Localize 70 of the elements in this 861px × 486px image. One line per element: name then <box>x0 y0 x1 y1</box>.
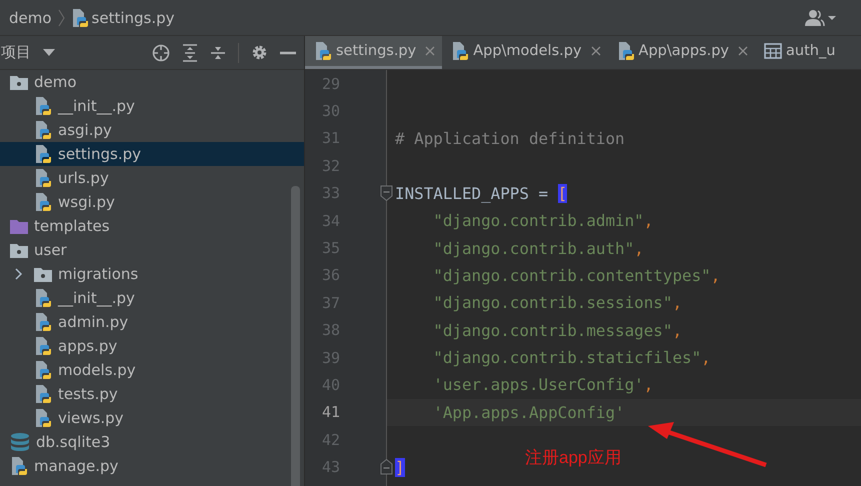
code-line: 'App.apps.AppConfig' <box>432 402 625 422</box>
tree-item[interactable]: tests.py <box>0 382 304 406</box>
close-icon[interactable] <box>590 46 601 56</box>
code-line: INSTALLED_APPS = [ <box>395 184 568 203</box>
tree-item[interactable]: migrations <box>0 262 304 286</box>
breadcrumb-item[interactable]: settings.py <box>70 8 175 28</box>
tree-item[interactable]: wsgi.py <box>0 190 304 214</box>
line-number: 41 <box>320 403 340 422</box>
python-file-icon <box>34 168 52 188</box>
code-line: # Application definition <box>395 128 625 148</box>
tree-item[interactable]: views.py <box>0 406 304 430</box>
python-file-icon <box>451 41 470 61</box>
tree-item[interactable]: db.sqlite3 <box>0 430 304 454</box>
code-line: "django.contrib.sessions", <box>432 293 682 312</box>
user-icon[interactable] <box>805 8 839 26</box>
annotation-text: 注册app应用 <box>525 447 622 469</box>
tree-item[interactable]: urls.py <box>0 166 304 190</box>
expand-icon[interactable] <box>182 44 198 62</box>
database-icon <box>10 432 30 452</box>
code-line: "django.contrib.messages", <box>432 320 682 340</box>
python-file-icon <box>34 288 52 308</box>
python-file-icon <box>34 408 52 428</box>
minimize-icon[interactable] <box>280 50 296 54</box>
editor-tab[interactable]: settings.py <box>305 36 442 69</box>
target-icon[interactable] <box>152 44 170 62</box>
tree-item[interactable]: templates <box>0 214 304 238</box>
folder-icon <box>34 266 52 282</box>
close-icon[interactable] <box>738 46 748 56</box>
tree-item[interactable]: __init__.py <box>0 286 304 310</box>
code-line: "django.contrib.admin", <box>432 211 654 230</box>
tree-item[interactable]: user <box>0 238 304 262</box>
python-file-icon <box>34 384 52 404</box>
code-line: "django.contrib.staticfiles", <box>432 348 711 368</box>
table-icon <box>764 43 782 59</box>
fold-icon[interactable] <box>380 185 393 202</box>
python-file-icon <box>34 192 52 212</box>
caret-icon[interactable] <box>43 48 55 56</box>
editor-tab[interactable]: App\apps.py <box>608 36 755 69</box>
tree-item[interactable]: manage.py <box>0 454 304 478</box>
tree-item[interactable]: __init__.py <box>0 94 304 118</box>
python-file-icon <box>34 144 52 164</box>
python-file-icon <box>34 312 52 332</box>
breadcrumb-item[interactable]: demo <box>9 8 52 26</box>
folder-icon <box>10 218 28 234</box>
code-line: "django.contrib.contenttypes", <box>432 266 720 285</box>
python-file-icon <box>616 41 635 61</box>
python-file-icon <box>70 8 89 28</box>
tree-item[interactable]: demo <box>0 70 304 94</box>
panel-title[interactable]: 项目 <box>1 43 31 62</box>
chevron-icon <box>58 8 65 26</box>
tree-item[interactable]: models.py <box>0 358 304 382</box>
scrollbar[interactable] <box>291 186 300 486</box>
python-file-icon <box>34 360 52 380</box>
code-line: "django.contrib.auth", <box>432 238 644 258</box>
editor-tab[interactable]: auth_u <box>755 36 842 69</box>
python-file-icon <box>314 41 332 61</box>
python-file-icon <box>34 96 52 116</box>
tree-item[interactable]: settings.py <box>0 142 304 166</box>
folder-icon <box>10 74 28 90</box>
settings-icon[interactable] <box>251 44 268 61</box>
folder-icon <box>10 242 28 258</box>
python-file-icon <box>34 336 52 356</box>
editor-tab[interactable]: App\models.py <box>442 36 608 69</box>
tree-item[interactable]: admin.py <box>0 310 304 334</box>
code-line: 'user.apps.UserConfig', <box>432 375 654 394</box>
tree-item[interactable]: asgi.py <box>0 118 304 142</box>
python-file-icon <box>34 120 52 140</box>
python-file-icon <box>10 456 28 476</box>
tree-item[interactable]: apps.py <box>0 334 304 358</box>
fold-icon[interactable] <box>380 459 393 476</box>
